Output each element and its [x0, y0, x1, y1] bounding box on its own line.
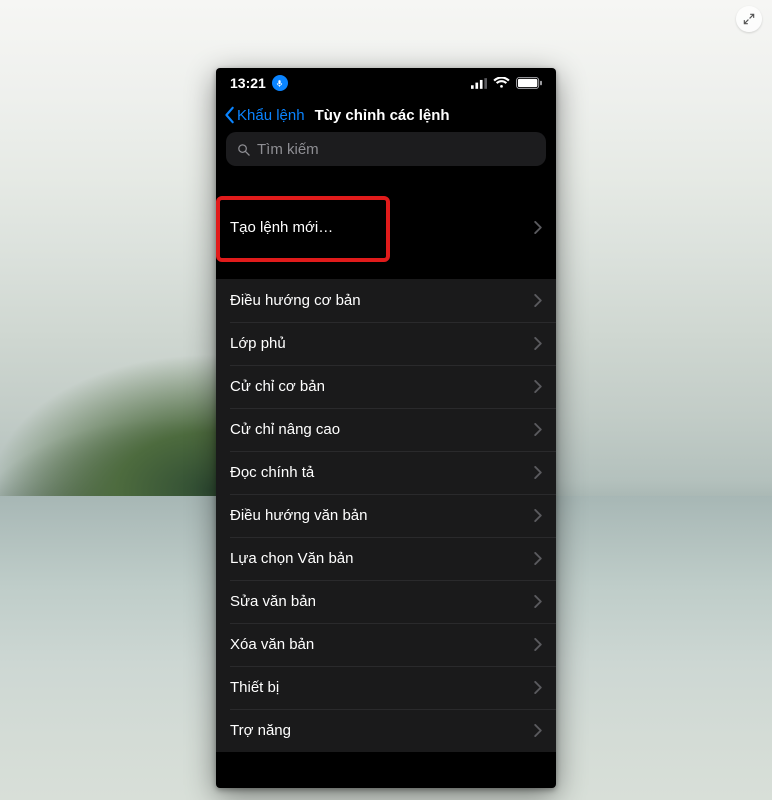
chevron-right-icon — [534, 509, 542, 522]
row-overlay[interactable]: Lớp phủ — [216, 322, 556, 365]
phone-frame: 13:21 Khẩu lệnh Tùy chỉnh các lệnh — [216, 68, 556, 788]
battery-icon — [516, 77, 542, 89]
search-input[interactable] — [257, 141, 536, 158]
nav-bar: Khẩu lệnh Tùy chỉnh các lệnh — [216, 98, 556, 132]
status-time: 13:21 — [230, 75, 266, 91]
section-gap — [216, 249, 556, 279]
section-gap — [216, 176, 556, 206]
chevron-right-icon — [534, 466, 542, 479]
status-right — [471, 77, 542, 89]
row-label: Điều hướng văn bản — [230, 507, 367, 524]
chevron-right-icon — [534, 380, 542, 393]
row-text-editing[interactable]: Sửa văn bản — [216, 580, 556, 623]
mic-badge — [272, 75, 288, 91]
settings-list: Tạo lệnh mới… Điều hướng cơ bản Lớp phủ … — [216, 176, 556, 752]
row-label: Lựa chọn Văn bản — [230, 550, 353, 567]
chevron-right-icon — [534, 638, 542, 651]
chevron-right-icon — [534, 552, 542, 565]
row-advanced-gestures[interactable]: Cử chỉ nâng cao — [216, 408, 556, 451]
search-container — [216, 132, 556, 176]
row-text-navigation[interactable]: Điều hướng văn bản — [216, 494, 556, 537]
row-text-selection[interactable]: Lựa chọn Văn bản — [216, 537, 556, 580]
expand-button[interactable] — [736, 6, 762, 32]
row-label: Xóa văn bản — [230, 636, 314, 653]
chevron-right-icon — [534, 423, 542, 436]
row-basic-gestures[interactable]: Cử chỉ cơ bản — [216, 365, 556, 408]
cellular-icon — [471, 78, 487, 89]
row-label: Sửa văn bản — [230, 593, 316, 610]
wifi-icon — [493, 77, 510, 89]
page-title: Tùy chỉnh các lệnh — [315, 107, 450, 124]
row-device[interactable]: Thiết bị — [216, 666, 556, 709]
status-bar: 13:21 — [216, 68, 556, 98]
mic-icon — [275, 79, 284, 88]
expand-icon — [742, 12, 756, 26]
chevron-right-icon — [534, 221, 542, 234]
chevron-right-icon — [534, 294, 542, 307]
status-left: 13:21 — [230, 75, 288, 91]
chevron-right-icon — [534, 337, 542, 350]
back-label: Khẩu lệnh — [237, 107, 305, 124]
chevron-right-icon — [534, 681, 542, 694]
row-label: Điều hướng cơ bản — [230, 292, 361, 309]
chevron-right-icon — [534, 595, 542, 608]
row-label: Trợ năng — [230, 722, 291, 739]
row-label: Đọc chính tả — [230, 464, 314, 481]
chevron-left-icon — [224, 106, 236, 124]
search-icon — [236, 142, 251, 157]
search-field[interactable] — [226, 132, 546, 166]
row-dictation[interactable]: Đọc chính tả — [216, 451, 556, 494]
row-label: Lớp phủ — [230, 335, 286, 352]
chevron-right-icon — [534, 724, 542, 737]
row-label: Cử chỉ cơ bản — [230, 378, 325, 395]
back-button[interactable]: Khẩu lệnh — [224, 106, 305, 124]
row-label: Thiết bị — [230, 679, 279, 696]
row-basic-navigation[interactable]: Điều hướng cơ bản — [216, 279, 556, 322]
row-label: Cử chỉ nâng cao — [230, 421, 340, 438]
row-label: Tạo lệnh mới… — [230, 219, 333, 236]
row-accessibility[interactable]: Trợ năng — [216, 709, 556, 752]
row-delete-text[interactable]: Xóa văn bản — [216, 623, 556, 666]
row-create-command[interactable]: Tạo lệnh mới… — [216, 206, 556, 249]
